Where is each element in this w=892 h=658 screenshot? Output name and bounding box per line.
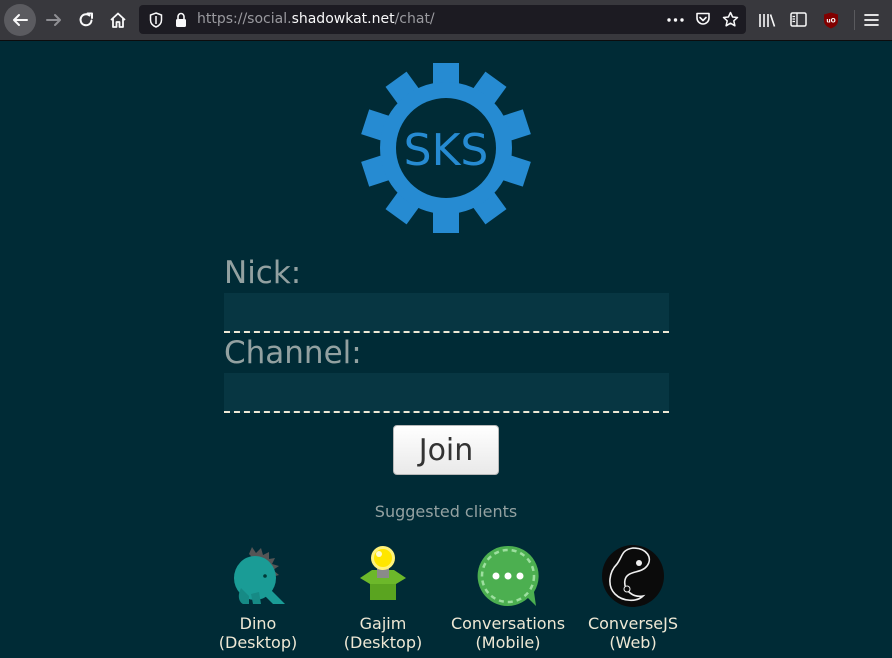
library-icon[interactable]	[758, 12, 776, 29]
logo-text: SKS	[404, 125, 489, 176]
url-path: /chat/	[394, 11, 435, 27]
gajim-icon	[360, 546, 406, 600]
join-button[interactable]: Join	[393, 425, 499, 475]
ublock-origin-icon[interactable]: uO	[823, 12, 839, 29]
client-kind: (Mobile)	[475, 633, 541, 652]
client-name: Dino	[239, 614, 277, 633]
client-name: Conversations	[450, 614, 566, 633]
home-icon	[110, 12, 126, 28]
hamburger-menu-icon[interactable]	[864, 13, 879, 27]
toolbar-separator	[854, 10, 855, 30]
reload-button[interactable]	[70, 4, 102, 36]
home-button[interactable]	[102, 4, 134, 36]
page-content: SKS Nick: Channel: Join Suggested client…	[0, 41, 892, 658]
client-name: ConverseJS	[587, 614, 679, 633]
client-icon-wrap	[313, 544, 453, 614]
client-dino-link[interactable]: Dino (Desktop)	[188, 544, 328, 652]
ublock-badge-text: uO	[826, 18, 835, 25]
client-kind: (Desktop)	[343, 633, 423, 652]
address-bar[interactable]: https://social.shadowkat.net/chat/	[139, 5, 746, 34]
url-prefix: https://social.	[197, 11, 292, 27]
client-conversejs-link[interactable]: ConverseJS (Web)	[563, 544, 703, 652]
client-icon-wrap	[438, 544, 578, 614]
tracking-protection-shield-icon[interactable]	[149, 12, 163, 28]
url-text[interactable]: https://social.shadowkat.net/chat/	[197, 11, 435, 27]
conversejs-icon	[602, 545, 664, 607]
nick-label: Nick:	[224, 255, 302, 291]
client-kind: (Web)	[609, 633, 657, 652]
sidebar-icon[interactable]	[790, 12, 807, 27]
browser-toolbar: https://social.shadowkat.net/chat/ uO	[0, 0, 892, 41]
suggested-clients-heading: Suggested clients	[374, 502, 518, 521]
forward-button[interactable]	[38, 4, 70, 36]
conversations-icon	[477, 545, 539, 606]
client-gajim-link[interactable]: Gajim (Desktop)	[313, 544, 453, 652]
nick-input[interactable]	[224, 293, 669, 333]
client-kind: (Desktop)	[218, 633, 298, 652]
client-conversations-link[interactable]: Conversations (Mobile)	[438, 544, 578, 652]
pocket-icon[interactable]	[695, 11, 711, 27]
dino-icon	[234, 547, 285, 604]
url-host: shadowkat.net	[291, 11, 395, 27]
channel-label: Channel:	[224, 335, 362, 371]
client-icon-wrap	[563, 544, 703, 614]
channel-input[interactable]	[224, 373, 669, 413]
lock-icon[interactable]	[175, 12, 187, 28]
client-icon-wrap	[188, 544, 328, 614]
arrow-left-icon	[13, 14, 28, 26]
reload-icon	[79, 12, 93, 27]
arrow-right-icon	[46, 14, 61, 26]
page-actions-icon[interactable]	[667, 18, 684, 22]
client-name: Gajim	[359, 614, 407, 633]
bookmark-star-icon[interactable]	[722, 11, 739, 28]
back-button[interactable]	[4, 4, 36, 36]
sks-gear-logo: SKS	[361, 63, 531, 233]
